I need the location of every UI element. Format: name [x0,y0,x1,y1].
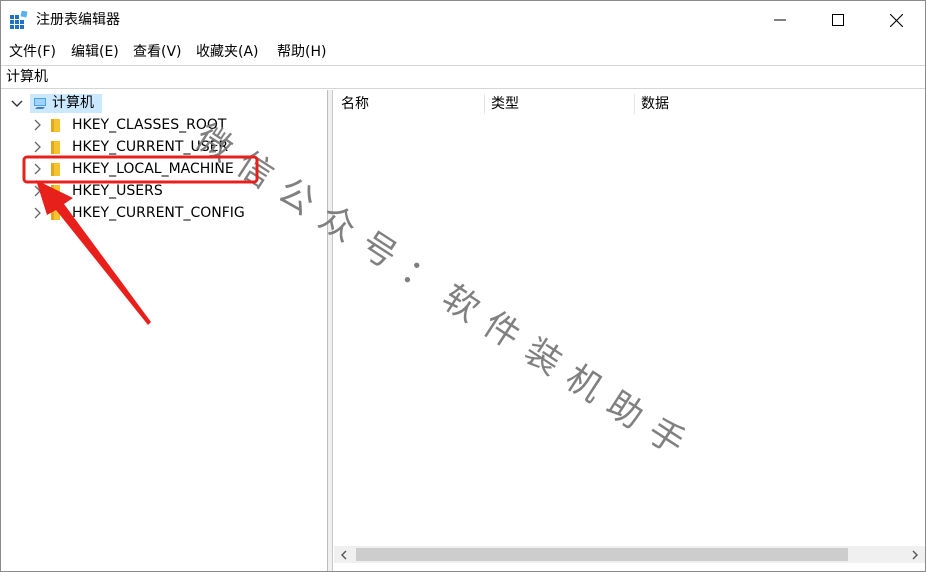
chevron-right-icon[interactable] [32,141,44,153]
menu-file[interactable]: 文件(F) [9,43,56,61]
folder-icon [51,163,60,176]
folder-icon [51,207,60,220]
maximize-button[interactable] [809,1,867,39]
tree-item-label: HKEY_CLASSES_ROOT [72,117,227,133]
computer-icon [34,98,46,109]
tree-item-classes-root[interactable]: HKEY_CLASSES_ROOT [2,114,322,136]
tree-root-computer[interactable]: 计算机 [2,92,322,114]
chevron-right-icon[interactable] [32,119,44,131]
menu-view[interactable]: 查看(V) [133,43,182,61]
tree-item-current-config[interactable]: HKEY_CURRENT_CONFIG [2,202,322,224]
column-header-type[interactable]: 类型 [484,90,634,118]
chevron-right-icon[interactable] [32,163,44,175]
horizontal-scrollbar[interactable] [334,546,925,563]
pane-splitter[interactable] [328,90,333,571]
maximize-icon [832,14,844,26]
chevron-right-icon[interactable] [32,185,44,197]
chevron-down-icon[interactable] [11,98,23,110]
column-header-data[interactable]: 数据 [634,90,834,118]
scroll-right-button[interactable] [908,548,922,561]
tree-item-label: HKEY_CURRENT_CONFIG [72,205,245,221]
address-bar[interactable]: 计算机 [1,65,925,89]
menu-edit[interactable]: 编辑(E) [71,43,119,61]
chevron-right-icon[interactable] [32,207,44,219]
folder-icon [51,141,60,154]
chevron-right-icon [912,550,918,559]
close-icon [889,13,903,27]
tree-item-local-machine[interactable]: HKEY_LOCAL_MACHINE [2,158,322,180]
column-header-name[interactable]: 名称 [334,90,484,118]
folder-icon [51,119,60,132]
scroll-left-button[interactable] [337,548,351,561]
menu-favorites[interactable]: 收藏夹(A) [196,43,259,61]
tree-item-label: HKEY_LOCAL_MACHINE [72,161,234,177]
tree-pane[interactable]: 计算机 HKEY_CLASSES_ROOT HKEY_CURRENT_USER … [2,90,328,571]
folder-icon [51,185,60,198]
tree-root-label: 计算机 [52,95,94,111]
title-bar[interactable]: 注册表编辑器 [1,1,925,39]
tree-item-users[interactable]: HKEY_USERS [2,180,322,202]
tree-item-label: HKEY_CURRENT_USER [72,139,229,155]
window-title: 注册表编辑器 [36,12,120,28]
tree-item-label: HKEY_USERS [72,183,163,199]
scrollbar-thumb[interactable] [356,548,848,561]
chevron-left-icon [341,550,347,559]
list-pane[interactable]: 名称 类型 数据 [334,90,925,571]
minimize-button[interactable] [751,1,809,39]
tree-item-current-user[interactable]: HKEY_CURRENT_USER [2,136,322,158]
registry-app-icon [10,11,28,29]
close-button[interactable] [867,1,925,39]
menu-bar: 文件(F) 编辑(E) 查看(V) 收藏夹(A) 帮助(H) [1,40,925,64]
address-path[interactable]: 计算机 [6,69,48,86]
registry-editor-window: 注册表编辑器 文件(F) 编辑(E) 查看(V) 收藏夹(A) 帮助(H) 计算… [0,0,926,572]
minimize-icon [774,19,786,21]
menu-help[interactable]: 帮助(H) [277,43,326,61]
